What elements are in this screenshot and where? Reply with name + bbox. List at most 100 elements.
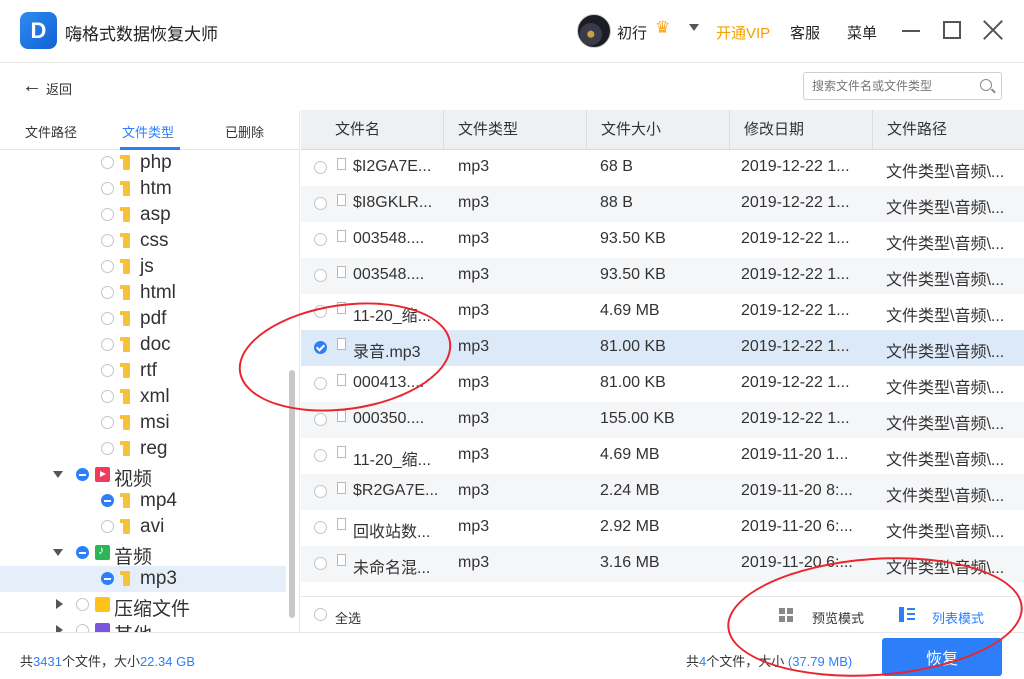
tab-file-path[interactable]: 文件路径	[25, 122, 77, 141]
tree-radio[interactable]	[76, 546, 89, 559]
row-checkbox[interactable]	[314, 197, 327, 210]
tree-radio[interactable]	[101, 338, 114, 351]
select-all-checkbox[interactable]	[314, 608, 327, 621]
tree-item-doc[interactable]: doc	[0, 332, 286, 358]
table-row[interactable]: $R2GA7E... mp3 2.24 MB 2019-11-20 8:... 文件类型…	[301, 474, 1024, 510]
tree-item-xml[interactable]: xml	[0, 384, 286, 410]
list-view-icon[interactable]	[899, 607, 915, 622]
left-scrollbar[interactable]	[289, 370, 295, 618]
menu-link[interactable]: 菜单	[847, 22, 877, 43]
tree-radio[interactable]	[101, 312, 114, 325]
cell-file-type: mp3	[458, 194, 490, 211]
tree-item-mp3[interactable]: mp3	[0, 566, 286, 592]
preview-mode-button[interactable]: 预览模式	[812, 608, 864, 627]
tree-radio[interactable]	[101, 494, 114, 507]
tree-item-js[interactable]: js	[0, 254, 286, 280]
tree-item-msi[interactable]: msi	[0, 410, 286, 436]
tree-item-avi[interactable]: avi	[0, 514, 286, 540]
tree-item-pdf[interactable]: pdf	[0, 306, 286, 332]
row-checkbox[interactable]	[314, 521, 327, 534]
table-row[interactable]: 回收站数... mp3 2.92 MB 2019-11-20 6:... 文件类型\音频…	[301, 510, 1024, 546]
tab-file-type[interactable]: 文件类型	[122, 122, 174, 141]
folder-icon	[120, 519, 130, 534]
tree-radio[interactable]	[101, 286, 114, 299]
folder-icon	[120, 311, 130, 326]
tree-radio[interactable]	[76, 468, 89, 481]
grid-view-icon[interactable]	[779, 608, 793, 622]
select-all-label[interactable]: 全选	[335, 608, 361, 627]
column-header-name[interactable]: 文件名	[321, 110, 444, 150]
back-arrow-icon[interactable]: ←	[22, 75, 42, 98]
tree-radio[interactable]	[76, 624, 89, 632]
row-checkbox[interactable]	[314, 305, 327, 318]
recover-button[interactable]: 恢复	[882, 638, 1002, 676]
table-row[interactable]: 003548.... mp3 93.50 KB 2019-12-22 1... 文件类型…	[301, 258, 1024, 294]
row-checkbox[interactable]	[314, 413, 327, 426]
avatar[interactable]	[577, 14, 611, 48]
file-icon	[337, 230, 346, 242]
table-row[interactable]: $I8GKLR... mp3 88 B 2019-12-22 1... 文件类型\音频\…	[301, 186, 1024, 222]
row-checkbox[interactable]	[314, 341, 327, 354]
tree-radio[interactable]	[101, 390, 114, 403]
back-button[interactable]: 返回	[46, 79, 72, 98]
tree-item-zip[interactable]: 压缩文件	[0, 592, 286, 620]
column-header-path[interactable]: 文件路径	[873, 110, 1024, 150]
row-checkbox[interactable]	[314, 269, 327, 282]
tab-deleted[interactable]: 已删除	[225, 122, 264, 141]
row-checkbox[interactable]	[314, 449, 327, 462]
expand-icon[interactable]	[53, 549, 63, 556]
tree-item-asp[interactable]: asp	[0, 202, 286, 228]
tree-radio[interactable]	[101, 260, 114, 273]
open-vip-link[interactable]: 开通VIP	[716, 22, 770, 43]
tree-item-php[interactable]: php	[0, 150, 286, 176]
column-header-date[interactable]: 修改日期	[730, 110, 873, 150]
table-row[interactable]: 录音.mp3 mp3 81.00 KB 2019-12-22 1... 文件类型\音频\…	[301, 330, 1024, 366]
tree-item-rtf[interactable]: rtf	[0, 358, 286, 384]
tree-item-html[interactable]: html	[0, 280, 286, 306]
row-checkbox[interactable]	[314, 161, 327, 174]
column-header-type[interactable]: 文件类型	[444, 110, 587, 150]
username[interactable]: 初行	[617, 22, 647, 43]
tree-item-htm[interactable]: htm	[0, 176, 286, 202]
table-row[interactable]: 未命名混... mp3 3.16 MB 2019-11-20 6:... 文件类型\音频…	[301, 546, 1024, 582]
row-checkbox[interactable]	[314, 377, 327, 390]
tree-radio[interactable]	[101, 416, 114, 429]
tree-radio[interactable]	[101, 520, 114, 533]
customer-service-link[interactable]: 客服	[790, 22, 820, 43]
tree-radio[interactable]	[101, 156, 114, 169]
tree-item-video[interactable]: 视频	[0, 462, 286, 490]
table-row[interactable]: 11-20_缩... mp3 4.69 MB 2019-12-22 1... 文件类型\…	[301, 294, 1024, 330]
search-input[interactable]	[812, 77, 972, 95]
tree-item-other[interactable]: 其他	[0, 618, 286, 632]
tree-item-mp4[interactable]: mp4	[0, 488, 286, 514]
tree-radio[interactable]	[101, 442, 114, 455]
chevron-right-icon[interactable]	[56, 599, 63, 609]
column-header-size[interactable]: 文件大小	[587, 110, 730, 150]
tree-radio[interactable]	[101, 364, 114, 377]
table-row[interactable]: 000413.... mp3 81.00 KB 2019-12-22 1... 文件类型…	[301, 366, 1024, 402]
tree-radio[interactable]	[101, 182, 114, 195]
row-checkbox[interactable]	[314, 557, 327, 570]
tree-item-reg[interactable]: reg	[0, 436, 286, 462]
maximize-icon[interactable]	[943, 21, 961, 39]
row-checkbox[interactable]	[314, 233, 327, 246]
tree-item-audio[interactable]: 音频	[0, 540, 286, 568]
tree-radio[interactable]	[101, 234, 114, 247]
tree-radio[interactable]	[76, 598, 89, 611]
chevron-right-icon[interactable]	[56, 625, 63, 632]
search-icon[interactable]	[980, 79, 992, 91]
table-row[interactable]: 11-20_缩... mp3 4.69 MB 2019-11-20 1... 文件类型\…	[301, 438, 1024, 474]
tree-radio[interactable]	[101, 572, 114, 585]
list-mode-button[interactable]: 列表模式	[932, 608, 984, 627]
row-checkbox[interactable]	[314, 485, 327, 498]
chevron-down-icon[interactable]	[689, 24, 699, 31]
close-icon[interactable]	[980, 17, 1006, 43]
minimize-icon[interactable]	[902, 30, 920, 32]
table-row[interactable]: $I2GA7E... mp3 68 B 2019-12-22 1... 文件类型\音频\…	[301, 150, 1024, 186]
table-row[interactable]: 003548.... mp3 93.50 KB 2019-12-22 1... 文件类型…	[301, 222, 1024, 258]
table-row[interactable]: 000350.... mp3 155.00 KB 2019-12-22 1... 文件类…	[301, 402, 1024, 438]
search-box[interactable]	[803, 72, 1002, 100]
tree-item-css[interactable]: css	[0, 228, 286, 254]
expand-icon[interactable]	[53, 471, 63, 478]
tree-radio[interactable]	[101, 208, 114, 221]
